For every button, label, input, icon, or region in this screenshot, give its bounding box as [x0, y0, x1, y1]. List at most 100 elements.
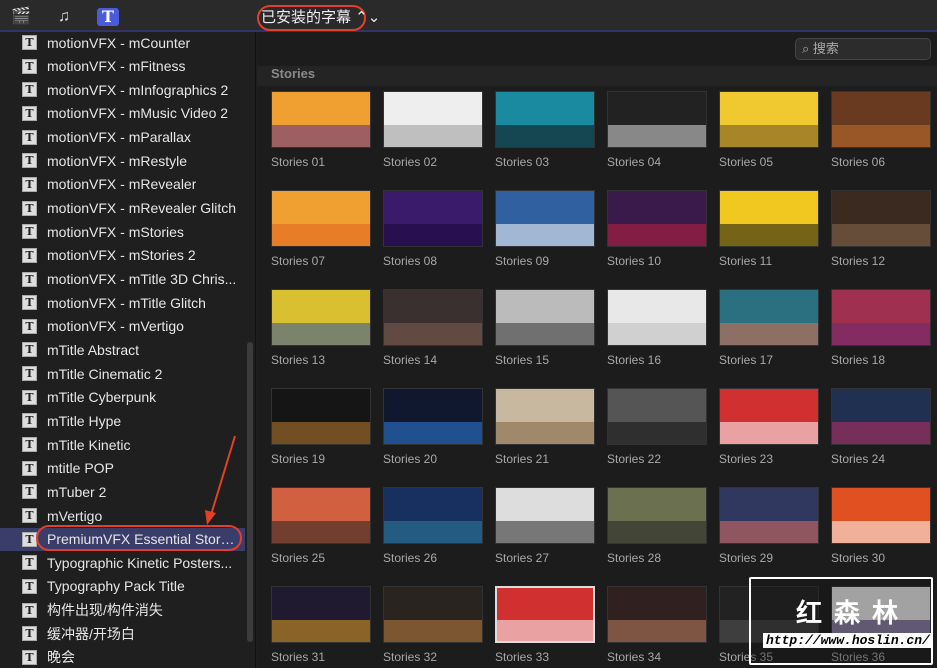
story-tile[interactable]: Stories 12	[831, 190, 931, 268]
story-thumbnail[interactable]	[831, 190, 931, 247]
sidebar-item[interactable]: TmTitle Cinematic 2	[0, 362, 245, 385]
story-thumbnail[interactable]	[719, 190, 819, 247]
sidebar-item[interactable]: T Typographic Kinetic Posters...	[0, 551, 245, 574]
sidebar-item[interactable]: TmotionVFX - mStories	[0, 220, 245, 243]
sidebar-item[interactable]: TmTitle Kinetic	[0, 433, 245, 456]
story-tile[interactable]: Stories 15	[495, 289, 595, 367]
search-input[interactable]: ⌕ 搜索	[795, 38, 931, 60]
story-thumbnail[interactable]	[495, 91, 595, 148]
story-tile[interactable]: Stories 03	[495, 91, 595, 169]
story-tile[interactable]: Stories 33	[495, 586, 595, 664]
story-tile[interactable]: Stories 18	[831, 289, 931, 367]
sidebar-scrollbar[interactable]	[247, 342, 253, 642]
sidebar-item[interactable]: T 构件出现/构件消失	[0, 599, 245, 622]
sidebar-item[interactable]: T Typography Pack Title	[0, 575, 245, 598]
story-thumbnail[interactable]	[831, 289, 931, 346]
story-thumbnail[interactable]	[607, 487, 707, 544]
story-tile[interactable]: Stories 19	[271, 388, 371, 466]
story-thumbnail[interactable]	[719, 289, 819, 346]
story-thumbnail[interactable]	[719, 91, 819, 148]
sidebar-item[interactable]: TmotionVFX - mRevealer Glitch	[0, 197, 245, 220]
story-thumbnail[interactable]	[719, 487, 819, 544]
story-thumbnail[interactable]	[495, 388, 595, 445]
story-tile[interactable]: Stories 22	[607, 388, 707, 466]
story-tile[interactable]: Stories 31	[271, 586, 371, 664]
story-thumbnail[interactable]	[271, 190, 371, 247]
story-tile[interactable]: Stories 11	[719, 190, 819, 268]
story-tile[interactable]: Stories 27	[495, 487, 595, 565]
story-thumbnail[interactable]	[607, 91, 707, 148]
story-thumbnail[interactable]	[607, 388, 707, 445]
sidebar-item[interactable]: TmotionVFX - mCounter	[0, 32, 245, 54]
story-thumbnail[interactable]	[607, 586, 707, 643]
story-tile[interactable]: Stories 34	[607, 586, 707, 664]
story-tile[interactable]: Stories 14	[383, 289, 483, 367]
sidebar-item[interactable]: TmotionVFX - mTitle Glitch	[0, 291, 245, 314]
story-tile[interactable]: Stories 13	[271, 289, 371, 367]
story-tile[interactable]: Stories 16	[607, 289, 707, 367]
sidebar-item[interactable]: Tmtitle POP	[0, 457, 245, 480]
story-thumbnail[interactable]	[271, 388, 371, 445]
sidebar-item[interactable]: TmotionVFX - mStories 2	[0, 244, 245, 267]
story-thumbnail[interactable]	[383, 91, 483, 148]
story-tile[interactable]: Stories 24	[831, 388, 931, 466]
story-tile[interactable]: Stories 25	[271, 487, 371, 565]
story-tile[interactable]: Stories 01	[271, 91, 371, 169]
story-tile[interactable]: Stories 07	[271, 190, 371, 268]
sidebar-item[interactable]: T 晚会	[0, 646, 245, 668]
story-tile[interactable]: Stories 05	[719, 91, 819, 169]
story-thumbnail[interactable]	[271, 289, 371, 346]
story-tile[interactable]: Stories 04	[607, 91, 707, 169]
story-thumbnail[interactable]	[831, 388, 931, 445]
story-thumbnail[interactable]	[719, 388, 819, 445]
story-tile[interactable]: Stories 17	[719, 289, 819, 367]
story-thumbnail[interactable]	[383, 586, 483, 643]
story-tile[interactable]: Stories 21	[495, 388, 595, 466]
sidebar-item[interactable]: TmVertigo	[0, 504, 245, 527]
story-thumbnail[interactable]	[383, 190, 483, 247]
story-tile[interactable]: Stories 32	[383, 586, 483, 664]
sidebar-item[interactable]: TmTitle Cyberpunk	[0, 386, 245, 409]
story-thumbnail[interactable]	[271, 91, 371, 148]
titles-icon[interactable]: T	[97, 8, 119, 26]
story-tile[interactable]: Stories 26	[383, 487, 483, 565]
sidebar-item[interactable]: T 缓冲器/开场白	[0, 622, 245, 645]
sidebar-item[interactable]: TmTitle Hype	[0, 409, 245, 432]
sidebar-item[interactable]: TmotionVFX - mRevealer	[0, 173, 245, 196]
story-thumbnail[interactable]	[831, 487, 931, 544]
sidebar-item[interactable]: TmotionVFX - mParallax	[0, 126, 245, 149]
sidebar-item[interactable]: TmotionVFX - mTitle 3D Chris...	[0, 268, 245, 291]
story-tile[interactable]: Stories 29	[719, 487, 819, 565]
music-photo-icon[interactable]: ♫	[53, 8, 75, 26]
story-thumbnail[interactable]	[271, 586, 371, 643]
story-tile[interactable]: Stories 06	[831, 91, 931, 169]
sidebar-item[interactable]: TmotionVFX - mFitness	[0, 55, 245, 78]
sidebar-item[interactable]: TmTuber 2	[0, 480, 245, 503]
story-tile[interactable]: Stories 09	[495, 190, 595, 268]
story-tile[interactable]: Stories 28	[607, 487, 707, 565]
story-thumbnail[interactable]	[495, 586, 595, 643]
story-thumbnail[interactable]	[383, 289, 483, 346]
library-select[interactable]: 已安装的字幕 ⌃⌄	[257, 5, 380, 31]
story-tile[interactable]: Stories 20	[383, 388, 483, 466]
story-tile[interactable]: Stories 08	[383, 190, 483, 268]
story-thumbnail[interactable]	[607, 190, 707, 247]
story-tile[interactable]: Stories 23	[719, 388, 819, 466]
story-tile[interactable]: Stories 10	[607, 190, 707, 268]
story-tile[interactable]: Stories 30	[831, 487, 931, 565]
story-thumbnail[interactable]	[271, 487, 371, 544]
sidebar-item[interactable]: TmotionVFX - mVertigo	[0, 315, 245, 338]
story-thumbnail[interactable]	[607, 289, 707, 346]
clapper-star-icon[interactable]: 🎬	[10, 8, 32, 26]
story-thumbnail[interactable]	[495, 289, 595, 346]
story-thumbnail[interactable]	[495, 190, 595, 247]
sidebar-item[interactable]: TmTitle Abstract	[0, 338, 245, 361]
story-tile[interactable]: Stories 02	[383, 91, 483, 169]
sidebar-item[interactable]: TmotionVFX - mMusic Video 2	[0, 102, 245, 125]
story-thumbnail[interactable]	[383, 388, 483, 445]
sidebar-item[interactable]: TmotionVFX - mInfographics 2	[0, 78, 245, 101]
sidebar-item[interactable]: TmotionVFX - mRestyle	[0, 149, 245, 172]
story-thumbnail[interactable]	[495, 487, 595, 544]
story-thumbnail[interactable]	[383, 487, 483, 544]
story-thumbnail[interactable]	[831, 91, 931, 148]
